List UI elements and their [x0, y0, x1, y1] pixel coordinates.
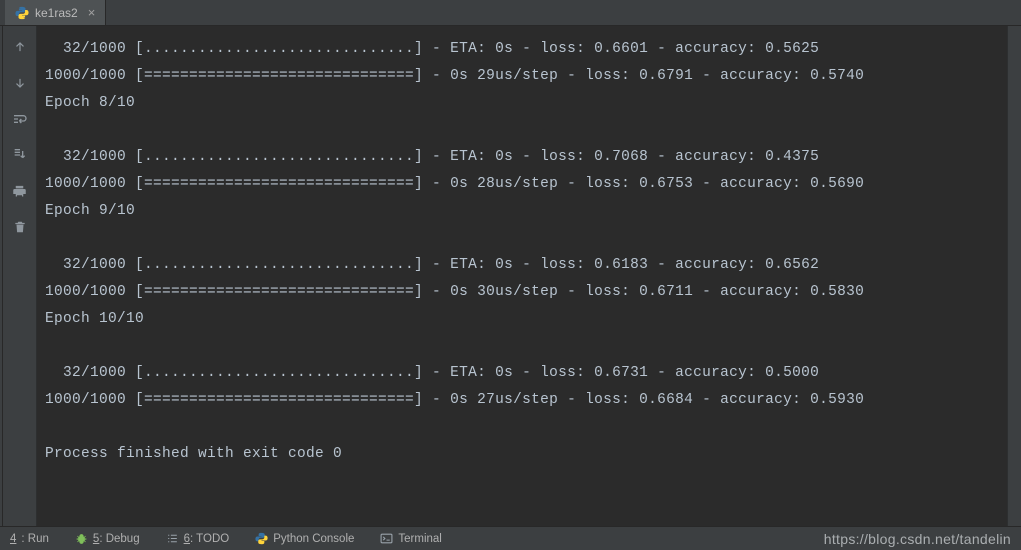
trash-icon[interactable] — [9, 216, 31, 238]
python-console-button[interactable]: Python Console — [251, 530, 358, 547]
tab-title: ke1ras2 — [35, 6, 78, 20]
soft-wrap-icon[interactable] — [9, 108, 31, 130]
terminal-icon — [380, 532, 393, 545]
console-output-panel[interactable]: 32/1000 [..............................]… — [37, 26, 1007, 526]
close-tab-icon[interactable]: × — [88, 5, 96, 20]
file-tab[interactable]: ke1ras2 × — [5, 0, 106, 25]
debug-label: : Debug — [99, 533, 139, 545]
step-up-icon[interactable] — [9, 36, 31, 58]
tab-bar: ke1ras2 × — [0, 0, 1021, 26]
scroll-to-end-icon[interactable] — [9, 144, 31, 166]
console-text: 32/1000 [..............................]… — [45, 36, 999, 468]
terminal-button[interactable]: Terminal — [376, 530, 445, 547]
print-icon[interactable] — [9, 180, 31, 202]
todo-tool-window-button[interactable]: 6: TODO — [162, 530, 234, 547]
terminal-label: Terminal — [398, 533, 441, 545]
debug-tool-window-button[interactable]: 5: Debug — [71, 530, 144, 547]
bug-icon — [75, 532, 88, 545]
python-icon — [255, 532, 268, 545]
todo-list-icon — [166, 532, 179, 545]
watermark-text: https://blog.csdn.net/tandelin — [824, 531, 1011, 547]
run-label: : Run — [21, 533, 49, 545]
main-area: 32/1000 [..............................]… — [0, 26, 1021, 526]
vertical-scrollbar[interactable] — [1007, 26, 1021, 526]
run-tool-column — [3, 26, 37, 526]
step-down-icon[interactable] — [9, 72, 31, 94]
run-hotkey: 4 — [10, 533, 16, 545]
todo-label: : TODO — [190, 533, 229, 545]
python-file-icon — [15, 6, 29, 20]
bottom-tool-bar: 4 : Run 5: Debug 6: TODO Python Console T… — [0, 526, 1021, 550]
run-tool-window-button[interactable]: 4 : Run — [6, 531, 53, 547]
python-console-label: Python Console — [273, 533, 354, 545]
